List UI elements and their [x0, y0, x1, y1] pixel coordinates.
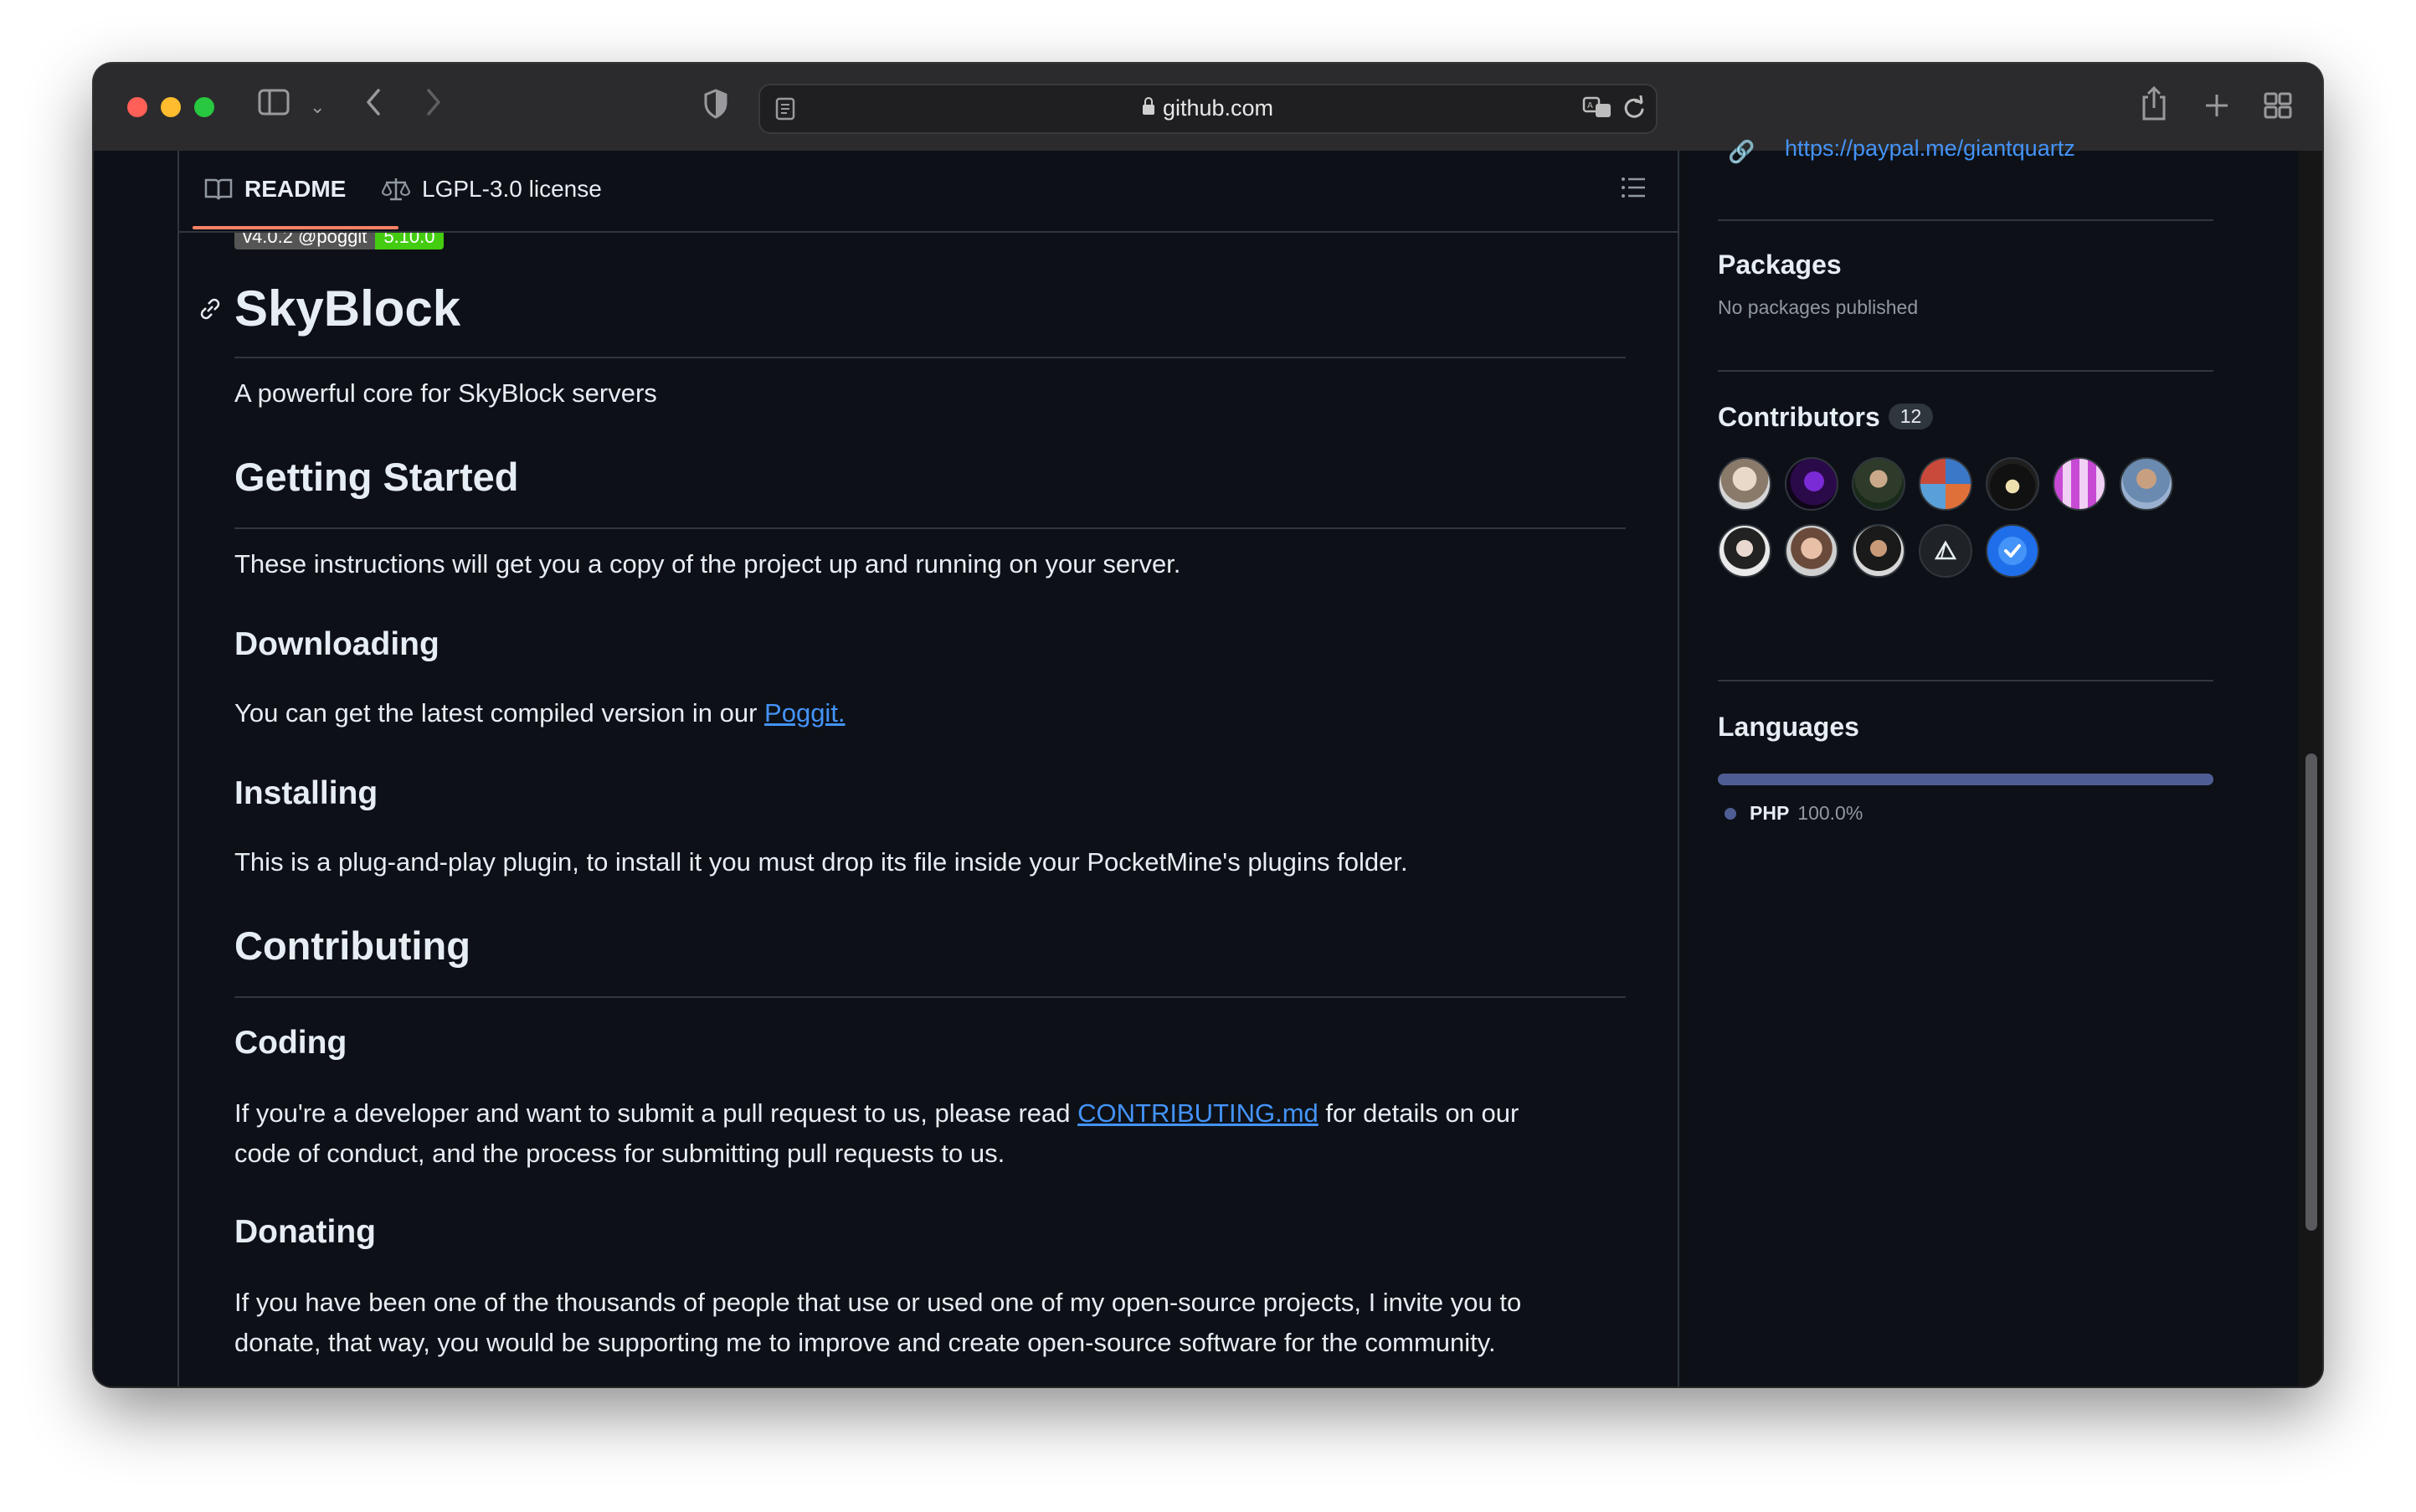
- zoom-window-button[interactable]: [194, 97, 214, 117]
- link-icon: 🔗: [1728, 139, 1755, 164]
- avatar[interactable]: [1986, 457, 2039, 511]
- chevron-down-icon[interactable]: ⌄: [310, 90, 325, 124]
- divider: [234, 996, 1626, 998]
- tab-readme-label: README: [244, 176, 347, 202]
- reload-icon[interactable]: [1622, 95, 1646, 125]
- coding-text-line2: code of conduct, and the process for sub…: [234, 1139, 1005, 1168]
- donating-text-line1: If you have been one of the thousands of…: [234, 1288, 1522, 1317]
- readme-tagline: A powerful core for SkyBlock servers: [234, 378, 657, 408]
- packages-status: No packages published: [1718, 296, 1919, 318]
- lock-icon: [1142, 97, 1154, 115]
- active-tab-indicator: [193, 226, 398, 229]
- avatar[interactable]: [1986, 524, 2039, 578]
- scale-icon: [382, 178, 410, 201]
- avatar[interactable]: [1852, 524, 1905, 578]
- languages-heading: Languages: [1718, 712, 1859, 742]
- divider: [1718, 680, 2213, 681]
- contributors-heading[interactable]: Contributors 12: [1718, 402, 1934, 433]
- coding-text-span-after: for details on our: [1318, 1098, 1519, 1128]
- heading-coding: Coding: [234, 1025, 347, 1061]
- new-tab-icon[interactable]: [2203, 92, 2230, 123]
- downloading-text: You can get the latest compiled version …: [234, 693, 846, 733]
- downloading-text-span: You can get the latest compiled version …: [234, 698, 765, 728]
- book-icon: [204, 178, 233, 200]
- language-percent: 100.0%: [1797, 802, 1863, 824]
- browser-window: ⌄ github.com A v4.0.2 @poggit 5.10.0 Sky…: [94, 64, 2322, 1386]
- close-window-button[interactable]: [127, 97, 147, 117]
- avatar[interactable]: [1919, 524, 1972, 578]
- donating-text-line2: donate, that way, you would be supportin…: [234, 1328, 1496, 1357]
- donating-text: If you have been one of the thousands of…: [234, 1283, 1521, 1363]
- link-icon[interactable]: [198, 296, 223, 328]
- svg-text:A: A: [1587, 101, 1593, 111]
- contributors-heading-label: Contributors: [1718, 402, 1880, 432]
- poggit-link[interactable]: Poggit.: [764, 698, 846, 728]
- back-icon[interactable]: [363, 87, 383, 125]
- translate-icon[interactable]: A: [1582, 95, 1614, 125]
- url-text: github.com: [760, 95, 1656, 121]
- avatar[interactable]: [1718, 457, 1771, 511]
- language-color-dot: [1725, 807, 1736, 820]
- avatar[interactable]: [1919, 457, 1972, 511]
- avatar[interactable]: [1852, 457, 1905, 511]
- heading-downloading: Downloading: [234, 626, 440, 662]
- shield-icon[interactable]: [703, 89, 728, 126]
- avatar[interactable]: [1718, 524, 1771, 578]
- heading-contributing: Contributing: [234, 923, 470, 968]
- avatar[interactable]: [1785, 524, 1838, 578]
- sidebar-toggle-icon[interactable]: [258, 89, 290, 123]
- readme-tabs: README LGPL-3.0 license: [179, 151, 1678, 233]
- address-bar[interactable]: github.com A: [758, 84, 1658, 134]
- packages-heading[interactable]: Packages: [1718, 249, 1842, 280]
- divider: [234, 527, 1626, 529]
- forward-icon[interactable]: [424, 87, 444, 125]
- avatar[interactable]: [2053, 457, 2106, 511]
- contributors-count: 12: [1888, 404, 1934, 429]
- heading-installing: Installing: [234, 775, 378, 811]
- avatar[interactable]: [1785, 457, 1838, 511]
- coding-text-span: If you're a developer and want to submit…: [234, 1098, 1078, 1128]
- share-icon[interactable]: [2140, 85, 2168, 126]
- tab-license-label: LGPL-3.0 license: [422, 176, 602, 202]
- table-of-contents-icon[interactable]: [1621, 174, 1646, 207]
- divider: [1718, 370, 2213, 372]
- tab-readme[interactable]: README: [204, 176, 346, 203]
- divider: [234, 357, 1626, 358]
- scrollbar-thumb[interactable]: [2305, 753, 2317, 1231]
- installing-text: This is a plug-and-play plugin, to insta…: [234, 847, 1408, 877]
- minimize-window-button[interactable]: [161, 97, 181, 117]
- page-content: v4.0.2 @poggit 5.10.0 SkyBlock A powerfu…: [94, 136, 2322, 1386]
- tab-license[interactable]: LGPL-3.0 license: [382, 176, 602, 203]
- readme-title: SkyBlock: [234, 280, 461, 337]
- funding-link[interactable]: https://paypal.me/giantquartz: [1785, 136, 2075, 162]
- tab-overview-icon[interactable]: [2264, 92, 2292, 123]
- heading-getting-started: Getting Started: [234, 455, 519, 499]
- coding-text: If you're a developer and want to submit…: [234, 1093, 1519, 1174]
- language-name: PHP: [1750, 802, 1790, 824]
- language-item-php[interactable]: PHP 100.0%: [1725, 802, 1863, 825]
- getting-started-text: These instructions will get you a copy o…: [234, 549, 1181, 579]
- readme-panel: v4.0.2 @poggit 5.10.0 SkyBlock A powerfu…: [177, 151, 1679, 1386]
- divider: [1718, 219, 2213, 221]
- heading-donating: Donating: [234, 1214, 376, 1250]
- contributing-link[interactable]: CONTRIBUTING.md: [1077, 1098, 1319, 1128]
- avatar[interactable]: [2120, 457, 2173, 511]
- language-bar: [1718, 774, 2213, 785]
